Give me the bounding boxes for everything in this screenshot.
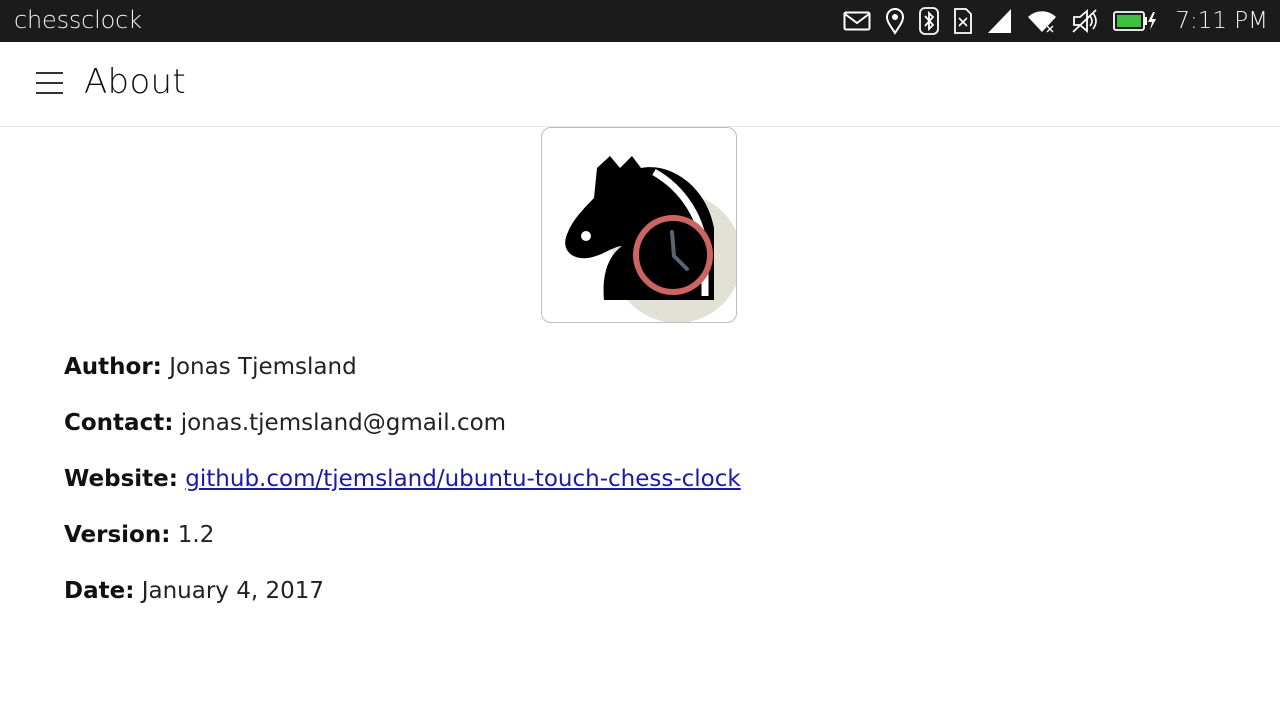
about-info: Author: Jonas Tjemsland Contact: jonas.t…	[64, 350, 741, 630]
status-time: 7:11 PM	[1175, 8, 1268, 34]
date-label: Date:	[64, 578, 135, 604]
wifi-icon[interactable]	[1027, 9, 1057, 33]
website-link[interactable]: github.com/tjemsland/ubuntu-touch-chess-…	[185, 466, 740, 492]
author-row: Author: Jonas Tjemsland	[64, 350, 741, 406]
sim-icon[interactable]	[953, 8, 973, 34]
version-value: 1.2	[177, 522, 215, 548]
contact-label: Contact:	[64, 410, 174, 436]
volume-muted-icon[interactable]	[1071, 8, 1099, 34]
version-row: Version: 1.2	[64, 518, 741, 574]
status-app-name: chessclock	[14, 6, 142, 34]
version-label: Version:	[64, 522, 171, 548]
date-row: Date: January 4, 2017	[64, 574, 741, 630]
signal-icon[interactable]	[987, 8, 1013, 34]
contact-value: jonas.tjemsland@gmail.com	[180, 410, 507, 436]
author-value: Jonas Tjemsland	[169, 354, 357, 380]
page-header: About	[0, 42, 1280, 127]
battery-charging-icon[interactable]	[1113, 10, 1157, 32]
location-icon[interactable]	[885, 7, 905, 35]
date-value: January 4, 2017	[141, 578, 325, 604]
status-icons: 7:11 PM	[829, 0, 1268, 42]
status-bar: chessclock 7:11 PM	[0, 0, 1280, 42]
bluetooth-icon[interactable]	[919, 7, 940, 35]
chess-knight-clock-logo	[541, 127, 737, 323]
mail-icon[interactable]	[843, 11, 871, 31]
website-row: Website: github.com/tjemsland/ubuntu-tou…	[64, 462, 741, 518]
author-label: Author:	[64, 354, 162, 380]
contact-row: Contact: jonas.tjemsland@gmail.com	[64, 406, 741, 462]
website-label: Website:	[64, 466, 178, 492]
hamburger-menu-icon[interactable]	[28, 66, 72, 102]
page-title: About	[84, 62, 187, 102]
